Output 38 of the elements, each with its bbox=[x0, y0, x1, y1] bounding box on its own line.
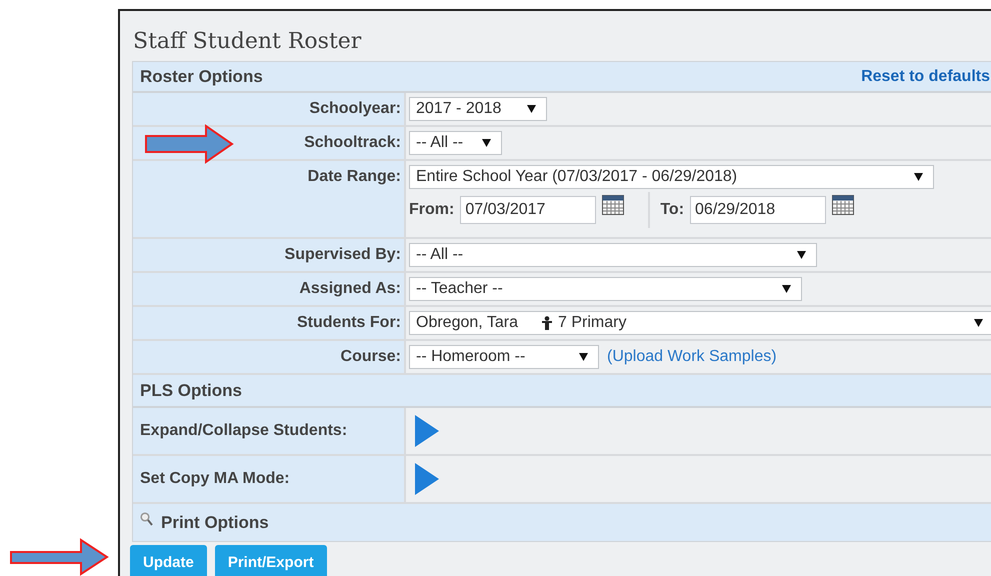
field-label: Set Copy MA Mode: bbox=[133, 456, 406, 502]
section-header: Roster Options Reset to defaults bbox=[133, 62, 991, 93]
date-input[interactable]: 07/03/2017 bbox=[460, 196, 596, 224]
person-icon bbox=[542, 316, 552, 330]
field-label: To: bbox=[660, 201, 684, 219]
field-label: Students For: bbox=[133, 307, 406, 339]
field-label: Expand/Collapse Students: bbox=[133, 408, 406, 454]
dropdown-select[interactable]: -- All -- bbox=[409, 243, 817, 267]
field-label: Schoolyear: bbox=[133, 93, 406, 125]
dropdown-select[interactable]: Obregon, Tara 7 Primary bbox=[409, 311, 991, 335]
dropdown-select[interactable]: Entire School Year (07/03/2017 - 06/29/2018) bbox=[409, 165, 934, 189]
caret-icon bbox=[914, 173, 923, 181]
field-label: Supervised By: bbox=[133, 239, 406, 271]
dropdown-select[interactable]: -- Homeroom -- bbox=[409, 345, 599, 369]
dropdown-select[interactable]: -- All -- bbox=[409, 131, 502, 155]
caret-icon bbox=[797, 251, 806, 259]
caret-icon bbox=[482, 139, 491, 147]
field-label: From: bbox=[409, 201, 454, 219]
caret-icon bbox=[527, 105, 536, 113]
field-label: Course: bbox=[133, 341, 406, 373]
expand-arrow-icon[interactable] bbox=[414, 414, 440, 448]
search-icon bbox=[140, 512, 153, 526]
field-label: Assigned As: bbox=[133, 273, 406, 305]
section-header[interactable]: Print Options bbox=[133, 504, 991, 541]
dropdown-select[interactable]: 2017 - 2018 bbox=[409, 97, 547, 121]
date-input[interactable]: 06/29/2018 bbox=[690, 196, 826, 224]
dropdown-select[interactable]: -- Teacher -- bbox=[409, 277, 802, 301]
calendar-icon[interactable] bbox=[602, 195, 624, 215]
calendar-icon[interactable] bbox=[832, 195, 854, 215]
page-title: Staff Student Roster bbox=[133, 29, 362, 54]
caret-icon bbox=[782, 285, 791, 293]
caret-icon bbox=[579, 353, 588, 361]
field-label: Date Range: bbox=[133, 161, 406, 237]
reset-link[interactable]: Reset to defaults bbox=[861, 68, 990, 86]
upload-link[interactable]: (Upload Work Samples) bbox=[607, 348, 777, 366]
caret-icon bbox=[974, 319, 983, 327]
expand-arrow-icon[interactable] bbox=[414, 462, 440, 496]
section-header: PLS Options bbox=[133, 375, 991, 408]
